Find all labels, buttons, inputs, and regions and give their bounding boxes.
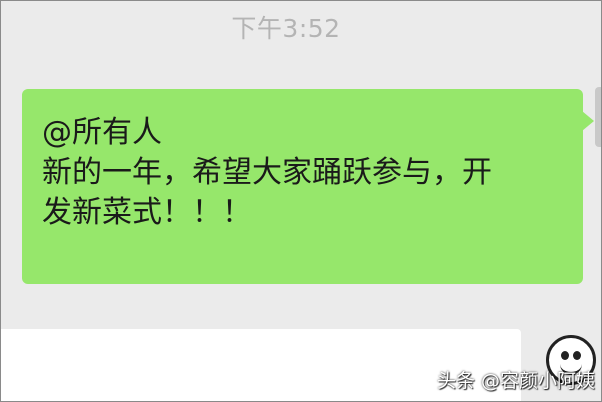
message-timestamp: 下午3:52	[231, 14, 341, 43]
message-mention: @所有人	[42, 115, 162, 150]
chat-window: 下午3:52 @所有人 新的一年，希望大家踊跃参与，开 发新菜式！！！ 头条 @…	[0, 0, 602, 402]
message-text: @所有人 新的一年，希望大家踊跃参与，开 发新菜式！！！	[42, 113, 572, 233]
watermark: 头条 @容颜小阿姨	[436, 370, 595, 392]
smiley-left-eye	[561, 351, 569, 360]
bubble-tail	[582, 111, 594, 131]
sender-avatar[interactable]	[595, 87, 601, 147]
message-line-1: 新的一年，希望大家踊跃参与，开	[42, 155, 492, 190]
smiley-right-eye	[573, 351, 581, 360]
message-line-2: 发新菜式！！！	[42, 195, 252, 230]
message-bubble[interactable]: @所有人 新的一年，希望大家踊跃参与，开 发新菜式！！！	[22, 89, 594, 284]
